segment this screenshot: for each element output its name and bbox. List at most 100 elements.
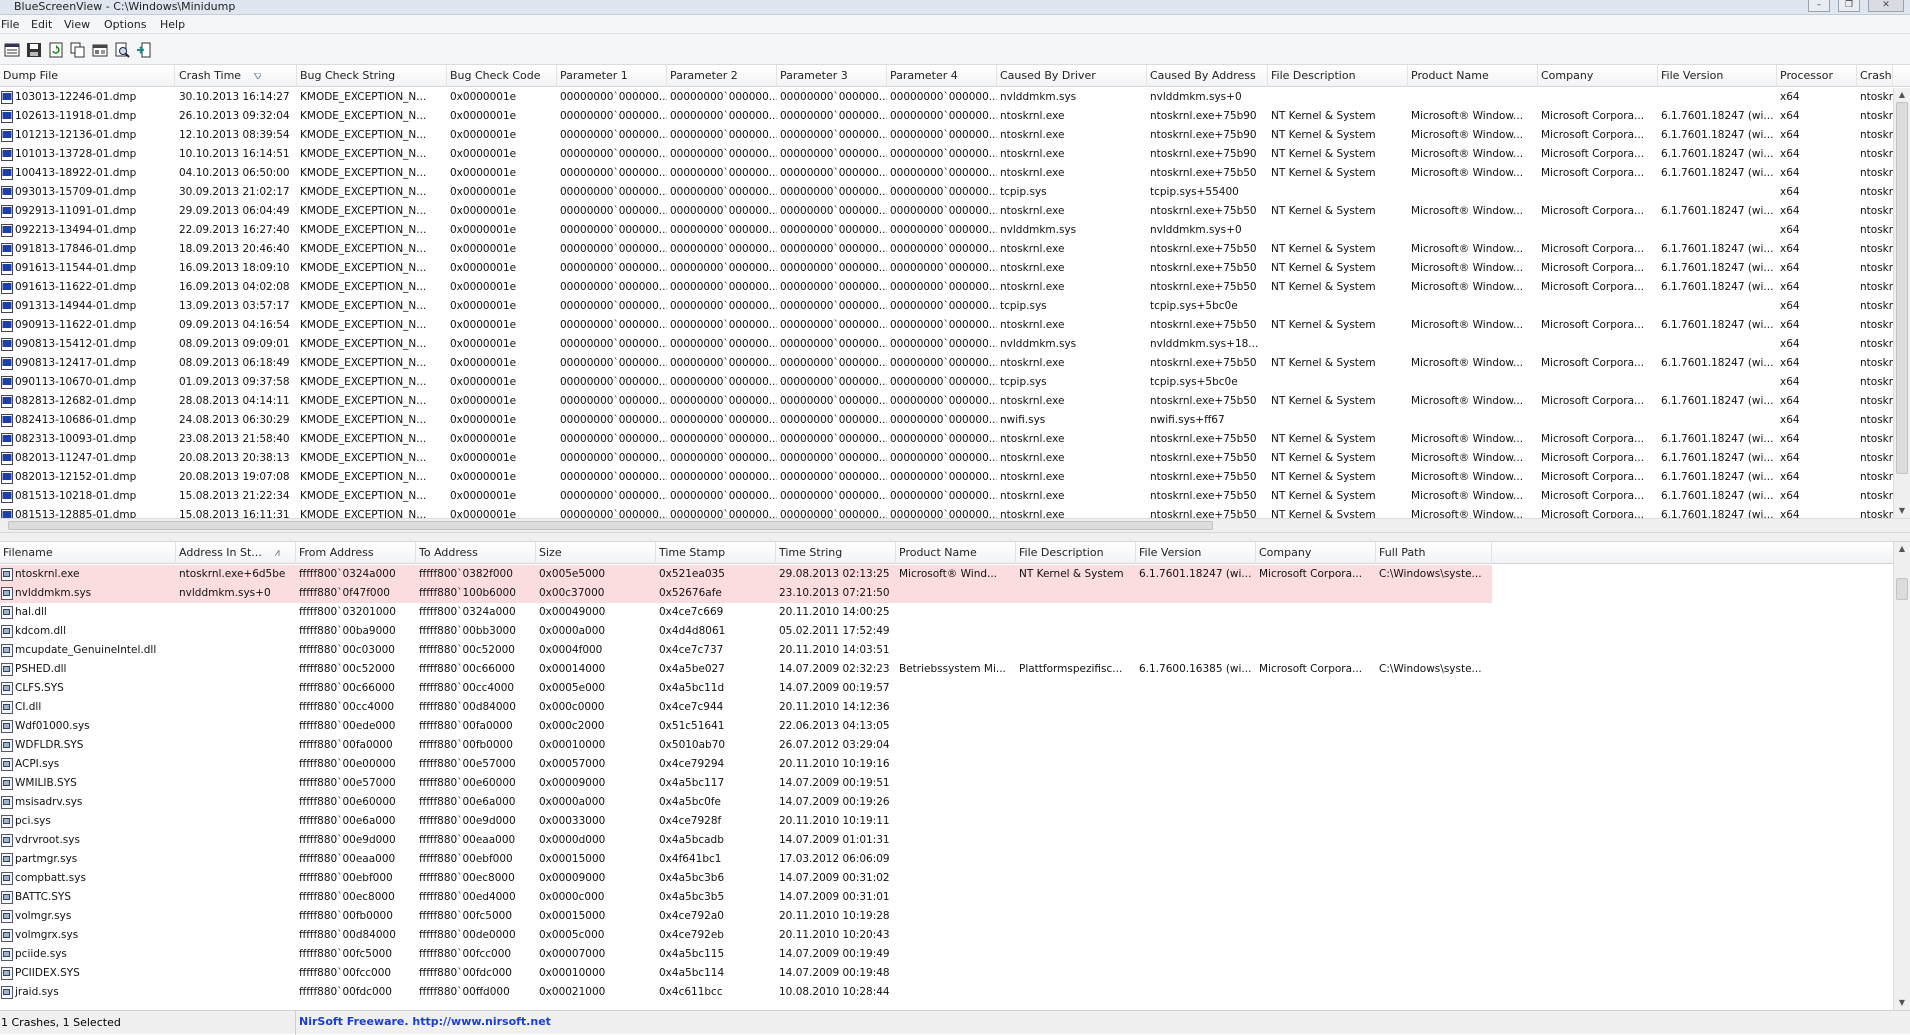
find-icon[interactable] <box>111 39 131 59</box>
table-row[interactable]: 091313-14944-01.dmp 13.09.2013 03:57:17 KM… <box>0 297 1893 316</box>
table-row[interactable]: 091613-11544-01.dmp 16.09.2013 18:09:10 KM… <box>0 259 1893 278</box>
col-parameter-2[interactable]: Parameter 2 <box>667 65 777 87</box>
maximize-button[interactable]: ❐ <box>1838 0 1860 12</box>
col-processor[interactable]: Processor <box>1777 65 1857 87</box>
table-row[interactable]: hal.dll fffff800`03201000 fffff800`0324a00… <box>0 603 1492 622</box>
table-row[interactable]: 081513-10218-01.dmp 15.08.2013 21:22:34 KM… <box>0 487 1893 506</box>
col-file-version[interactable]: File Version <box>1658 65 1777 87</box>
table-row[interactable]: 093013-15709-01.dmp 30.09.2013 21:02:17 KM… <box>0 183 1893 202</box>
exit-icon[interactable] <box>133 39 153 59</box>
driver-list-vscroll-thumb[interactable] <box>1896 578 1908 600</box>
table-row[interactable]: ntoskrnl.exe ntoskrnl.exe+6d5be fffff800`0… <box>0 565 1492 584</box>
col-file-description[interactable]: File Description <box>1268 65 1408 87</box>
col-file-description-lower[interactable]: File Description <box>1016 542 1136 564</box>
table-row[interactable]: kdcom.dll fffff880`00ba9000 fffff880`00bb3… <box>0 622 1492 641</box>
table-row[interactable]: 082413-10686-01.dmp 24.08.2013 06:30:29 KM… <box>0 411 1893 430</box>
table-row[interactable]: pciide.sys fffff880`00fc5000 fffff880`00fc… <box>0 945 1492 964</box>
table-row[interactable]: ACPI.sys fffff880`00e00000 fffff880`00e570… <box>0 755 1492 774</box>
properties-icon[interactable] <box>1 39 21 59</box>
copy-icon[interactable] <box>67 39 87 59</box>
col-company[interactable]: Company <box>1538 65 1658 87</box>
col-file-version-lower[interactable]: File Version <box>1136 542 1256 564</box>
menu-file[interactable]: File <box>1 15 19 34</box>
minimize-button[interactable]: – <box>1808 0 1830 12</box>
table-row[interactable]: CLFS.SYS fffff880`00c66000 fffff880`00cc40… <box>0 679 1492 698</box>
col-crash-address[interactable]: Crash A <box>1857 65 1893 87</box>
html-report-icon[interactable] <box>89 39 109 59</box>
col-product-name[interactable]: Product Name <box>1408 65 1538 87</box>
menu-options[interactable]: Options <box>104 15 146 34</box>
table-row[interactable]: WMILIB.SYS fffff880`00e57000 fffff880`00e6… <box>0 774 1492 793</box>
col-time-stamp[interactable]: Time Stamp <box>656 542 776 564</box>
col-caused-by-address[interactable]: Caused By Address <box>1147 65 1268 87</box>
menu-view[interactable]: View <box>64 15 90 34</box>
scroll-down-icon[interactable]: ▼ <box>1894 504 1910 518</box>
scroll-up-icon[interactable]: ▲ <box>1894 88 1910 102</box>
col-time-string[interactable]: Time String <box>776 542 896 564</box>
table-row[interactable]: pci.sys fffff880`00e6a000 fffff880`00e9d00… <box>0 812 1492 831</box>
col-bug-check-string[interactable]: Bug Check String <box>297 65 447 87</box>
nirsoft-link[interactable]: NirSoft Freeware. http://www.nirsoft.net <box>299 1011 551 1035</box>
table-row[interactable]: jraid.sys fffff880`00fdc000 fffff880`00ffd… <box>0 983 1492 1002</box>
driver-list-vscroll[interactable]: ▲ ▼ <box>1893 542 1910 1010</box>
table-row[interactable]: 082313-10093-01.dmp 23.08.2013 21:58:40 KM… <box>0 430 1893 449</box>
table-row[interactable]: vdrvroot.sys fffff880`00e9d000 fffff880`00… <box>0 831 1492 850</box>
table-row[interactable]: 082013-12152-01.dmp 20.08.2013 19:07:08 KM… <box>0 468 1893 487</box>
table-row[interactable]: 102613-11918-01.dmp 26.10.2013 09:32:04 KM… <box>0 107 1893 126</box>
table-row[interactable]: PSHED.dll fffff880`00c52000 fffff880`00c66… <box>0 660 1492 679</box>
save-icon[interactable] <box>23 39 43 59</box>
col-parameter-3[interactable]: Parameter 3 <box>777 65 887 87</box>
refresh-icon[interactable] <box>45 39 65 59</box>
col-company-lower[interactable]: Company <box>1256 542 1376 564</box>
col-from-address[interactable]: From Address <box>296 542 416 564</box>
crash-list-vscroll[interactable]: ▲ ▼ <box>1893 88 1910 518</box>
pane-splitter[interactable] <box>0 532 1910 542</box>
table-row[interactable]: BATTC.SYS fffff880`00ec8000 fffff880`00ed4… <box>0 888 1492 907</box>
col-address-in-stack[interactable]: Address In St... <box>176 542 296 564</box>
scroll-up-icon[interactable]: ▲ <box>1894 542 1910 556</box>
table-row[interactable]: volmgrx.sys fffff880`00d84000 fffff880`00d… <box>0 926 1492 945</box>
table-row[interactable]: 091613-11622-01.dmp 16.09.2013 04:02:08 KM… <box>0 278 1893 297</box>
table-row[interactable]: 101213-12136-01.dmp 12.10.2013 08:39:54 KM… <box>0 126 1893 145</box>
col-size[interactable]: Size <box>536 542 656 564</box>
crash-list-vscroll-thumb[interactable] <box>1896 102 1908 474</box>
crash-list-hscroll[interactable] <box>0 518 1910 532</box>
col-full-path[interactable]: Full Path <box>1376 542 1492 564</box>
col-parameter-1[interactable]: Parameter 1 <box>557 65 667 87</box>
table-row[interactable]: PCIIDEX.SYS fffff880`00fcc000 fffff880`00f… <box>0 964 1492 983</box>
table-row[interactable]: 082013-11247-01.dmp 20.08.2013 20:38:13 KM… <box>0 449 1893 468</box>
table-row[interactable]: 092913-11091-01.dmp 29.09.2013 06:04:49 KM… <box>0 202 1893 221</box>
table-row[interactable]: volmgr.sys fffff880`00fb0000 fffff880`00fc… <box>0 907 1492 926</box>
close-button[interactable]: ✕ <box>1868 0 1904 12</box>
table-row[interactable]: Wdf01000.sys fffff880`00ede000 fffff880`00… <box>0 717 1492 736</box>
table-row[interactable]: mcupdate_GenuineIntel.dll fffff880`00c030… <box>0 641 1492 660</box>
table-row[interactable]: CI.dll fffff880`00cc4000 fffff880`00d84000… <box>0 698 1492 717</box>
table-row[interactable]: nvlddmkm.sys nvlddmkm.sys+0 fffff880`0f47f… <box>0 584 1492 603</box>
scroll-down-icon[interactable]: ▼ <box>1894 996 1910 1010</box>
table-row[interactable]: 090813-15412-01.dmp 08.09.2013 09:09:01 KM… <box>0 335 1893 354</box>
menu-help[interactable]: Help <box>160 15 185 34</box>
table-row[interactable]: 091813-17846-01.dmp 18.09.2013 20:46:40 KM… <box>0 240 1893 259</box>
table-row[interactable]: 082813-12682-01.dmp 28.08.2013 04:14:11 KM… <box>0 392 1893 411</box>
crash-list-hscroll-thumb[interactable] <box>8 521 1213 530</box>
col-bug-check-code[interactable]: Bug Check Code <box>447 65 557 87</box>
col-filename[interactable]: Filename <box>0 542 176 564</box>
table-row[interactable]: 090113-10670-01.dmp 01.09.2013 09:37:58 KM… <box>0 373 1893 392</box>
col-parameter-4[interactable]: Parameter 4 <box>887 65 997 87</box>
table-row[interactable]: compbatt.sys fffff880`00ebf000 fffff880`00… <box>0 869 1492 888</box>
col-dump-file[interactable]: Dump File <box>0 65 175 87</box>
table-row[interactable]: 090813-12417-01.dmp 08.09.2013 06:18:49 KM… <box>0 354 1893 373</box>
table-row[interactable]: 101013-13728-01.dmp 10.10.2013 16:14:51 KM… <box>0 145 1893 164</box>
col-to-address[interactable]: To Address <box>416 542 536 564</box>
table-row[interactable]: 090913-11622-01.dmp 09.09.2013 04:16:54 KM… <box>0 316 1893 335</box>
table-row[interactable]: 103013-12246-01.dmp 30.10.2013 16:14:27 KM… <box>0 88 1893 107</box>
col-caused-by-driver[interactable]: Caused By Driver <box>997 65 1147 87</box>
col-product-name-lower[interactable]: Product Name <box>896 542 1016 564</box>
menu-edit[interactable]: Edit <box>31 15 52 34</box>
table-row[interactable]: msisadrv.sys fffff880`00e60000 fffff880`00… <box>0 793 1492 812</box>
table-row[interactable]: 092213-13494-01.dmp 22.09.2013 16:27:40 KM… <box>0 221 1893 240</box>
table-row[interactable]: WDFLDR.SYS fffff880`00fa0000 fffff880`00fb… <box>0 736 1492 755</box>
table-row[interactable]: 100413-18922-01.dmp 04.10.2013 06:50:00 KM… <box>0 164 1893 183</box>
table-row[interactable]: partmgr.sys fffff880`00eaa000 fffff880`00e… <box>0 850 1492 869</box>
col-crash-time[interactable]: Crash Time <box>176 65 297 87</box>
